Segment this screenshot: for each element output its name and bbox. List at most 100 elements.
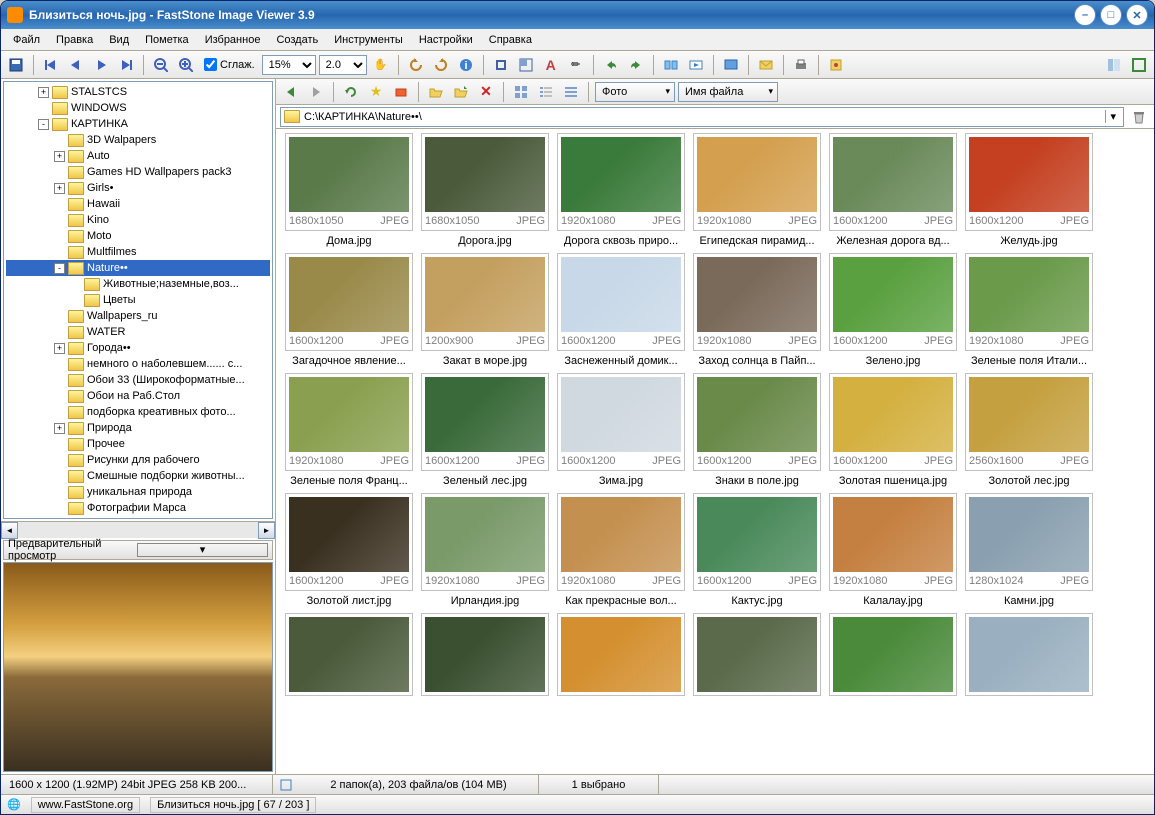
thumbnail-item[interactable]: 1600x1200JPEGЖелудь.jpg xyxy=(964,133,1094,247)
info-icon[interactable]: i xyxy=(455,54,477,76)
thumbnail-item[interactable] xyxy=(556,613,686,696)
thumbnail-item[interactable] xyxy=(692,613,822,696)
favorite-icon[interactable]: ★ xyxy=(365,81,387,103)
preview-image[interactable] xyxy=(3,562,273,772)
tree-item[interactable]: WINDOWS xyxy=(6,100,270,116)
nav-next-icon[interactable] xyxy=(90,54,112,76)
nav-first-icon[interactable] xyxy=(40,54,62,76)
print-icon[interactable] xyxy=(790,54,812,76)
minimize-button[interactable]: – xyxy=(1074,4,1096,26)
tree-item[interactable]: Games HD Wallpapers pack3 xyxy=(6,164,270,180)
zoom-step-combo[interactable]: 2.0 xyxy=(319,55,367,75)
tag-icon[interactable] xyxy=(390,81,412,103)
thumbnail-item[interactable] xyxy=(420,613,550,696)
save-icon[interactable] xyxy=(5,54,27,76)
view-list-icon[interactable] xyxy=(535,81,557,103)
thumbnail-item[interactable]: 1920x1080JPEGЗеленые поля Франц... xyxy=(284,373,414,487)
thumbnail-item[interactable]: 1920x1080JPEGИрландия.jpg xyxy=(420,493,550,607)
nav-prev-icon[interactable] xyxy=(65,54,87,76)
sort-combo[interactable]: Имя файла xyxy=(678,82,778,102)
slideshow-icon[interactable] xyxy=(685,54,707,76)
tree-item[interactable]: Животные;наземные,воз... xyxy=(6,276,270,292)
compare-icon[interactable] xyxy=(660,54,682,76)
maximize-button[interactable]: □ xyxy=(1100,4,1122,26)
menu-Избранное[interactable]: Избранное xyxy=(197,31,269,49)
tree-item[interactable]: Wallpapers_ru xyxy=(6,308,270,324)
thumbnail-item[interactable]: 1200x900JPEGЗакат в море.jpg xyxy=(420,253,550,367)
menu-Настройки[interactable]: Настройки xyxy=(411,31,481,49)
email-icon[interactable] xyxy=(755,54,777,76)
thumbnail-item[interactable]: 1600x1200JPEGЗнаки в поле.jpg xyxy=(692,373,822,487)
delete-icon[interactable]: ✕ xyxy=(475,81,497,103)
menu-Правка[interactable]: Правка xyxy=(48,31,101,49)
thumbnail-item[interactable]: 1600x1200JPEGЗелено.jpg xyxy=(828,253,958,367)
draw-icon[interactable]: ✏ xyxy=(565,54,587,76)
back-icon[interactable] xyxy=(280,81,302,103)
tree-item[interactable]: Смешные подборки животны... xyxy=(6,468,270,484)
nav-last-icon[interactable] xyxy=(115,54,137,76)
forward-icon[interactable] xyxy=(305,81,327,103)
smooth-checkbox[interactable]: Сглаж. xyxy=(204,58,255,71)
undo-icon[interactable] xyxy=(600,54,622,76)
tree-item[interactable]: -Nature•• xyxy=(6,260,270,276)
thumbnail-item[interactable]: 2560x1600JPEGЗолотой лес.jpg xyxy=(964,373,1094,487)
thumbnail-item[interactable] xyxy=(828,613,958,696)
thumbnail-item[interactable]: 1920x1080JPEGЕгипедская пирамид... xyxy=(692,133,822,247)
view-thumbs-icon[interactable] xyxy=(510,81,532,103)
thumbnail-item[interactable]: 1600x1200JPEGЗагадочное явление... xyxy=(284,253,414,367)
thumbnail-grid[interactable]: 1680x1050JPEGДома.jpg1680x1050JPEGДорога… xyxy=(276,129,1154,774)
thumbnail-item[interactable]: 1600x1200JPEGКактус.jpg xyxy=(692,493,822,607)
menu-Вид[interactable]: Вид xyxy=(101,31,137,49)
tree-scrollbar[interactable]: ◄► xyxy=(1,521,275,538)
tree-item[interactable]: Рисунки для рабочего xyxy=(6,452,270,468)
resize-icon[interactable] xyxy=(515,54,537,76)
thumbnail-item[interactable]: 1600x1200JPEGЗаснеженный домик... xyxy=(556,253,686,367)
tree-item[interactable]: Обои 33 (Широкоформатные... xyxy=(6,372,270,388)
tree-item[interactable]: Цветы xyxy=(6,292,270,308)
thumbnail-item[interactable]: 1920x1080JPEGКалалау.jpg xyxy=(828,493,958,607)
tree-item[interactable]: +Города•• xyxy=(6,340,270,356)
tree-item[interactable]: Multfilmes xyxy=(6,244,270,260)
thumbnail-item[interactable] xyxy=(284,613,414,696)
settings-icon[interactable] xyxy=(825,54,847,76)
thumbnail-item[interactable]: 1600x1200JPEGЗеленый лес.jpg xyxy=(420,373,550,487)
fullscreen-icon[interactable] xyxy=(1128,54,1150,76)
menu-Инструменты[interactable]: Инструменты xyxy=(326,31,411,49)
thumbnail-item[interactable]: 1600x1200JPEGЗолотой лист.jpg xyxy=(284,493,414,607)
status-fit-icon[interactable] xyxy=(275,774,297,796)
recycle-icon[interactable] xyxy=(1128,106,1150,128)
tree-item[interactable]: Moto xyxy=(6,228,270,244)
thumbnail-item[interactable]: 1920x1080JPEGЗаход солнца в Пайп... xyxy=(692,253,822,367)
menu-Создать[interactable]: Создать xyxy=(268,31,326,49)
redo-icon[interactable] xyxy=(625,54,647,76)
view-detail-icon[interactable] xyxy=(560,81,582,103)
tree-item[interactable]: +STALSTCS xyxy=(6,84,270,100)
tree-item[interactable]: WATER xyxy=(6,324,270,340)
menu-Файл[interactable]: Файл xyxy=(5,31,48,49)
thumbnail-item[interactable]: 1920x1080JPEGЗеленые поля Итали... xyxy=(964,253,1094,367)
tree-item[interactable]: +Girls• xyxy=(6,180,270,196)
zoom-in-icon[interactable] xyxy=(175,54,197,76)
thumbnail-item[interactable]: 1600x1200JPEGЗима.jpg xyxy=(556,373,686,487)
folder-tree[interactable]: +STALSTCSWINDOWS-КАРТИНКА3D Walpapers+Au… xyxy=(3,81,273,519)
hand-icon[interactable]: ✋ xyxy=(370,54,392,76)
open2-icon[interactable] xyxy=(450,81,472,103)
tree-item[interactable]: уникальная природа xyxy=(6,484,270,500)
tree-item[interactable]: +Природа xyxy=(6,420,270,436)
thumbnail-item[interactable]: 1280x1024JPEGКамни.jpg xyxy=(964,493,1094,607)
tree-item[interactable]: подборка креативных фото... xyxy=(6,404,270,420)
tree-item[interactable]: 3D Walpapers xyxy=(6,132,270,148)
tree-item[interactable]: немного о наболевшем...... с... xyxy=(6,356,270,372)
refresh-icon[interactable] xyxy=(340,81,362,103)
tree-item[interactable]: Обои на Раб.Стол xyxy=(6,388,270,404)
close-button[interactable]: ✕ xyxy=(1126,4,1148,26)
wallpaper-icon[interactable] xyxy=(720,54,742,76)
thumbnail-item[interactable]: 1920x1080JPEGКак прекрасные вол... xyxy=(556,493,686,607)
thumbnail-item[interactable]: 1680x1050JPEGДома.jpg xyxy=(284,133,414,247)
thumbnail-item[interactable]: 1680x1050JPEGДорога.jpg xyxy=(420,133,550,247)
tree-item[interactable]: -КАРТИНКА xyxy=(6,116,270,132)
text-icon[interactable]: A xyxy=(540,54,562,76)
rotate-left-icon[interactable] xyxy=(405,54,427,76)
menu-Справка[interactable]: Справка xyxy=(481,31,540,49)
thumbnail-item[interactable]: 1920x1080JPEGДорога сквозь приро... xyxy=(556,133,686,247)
